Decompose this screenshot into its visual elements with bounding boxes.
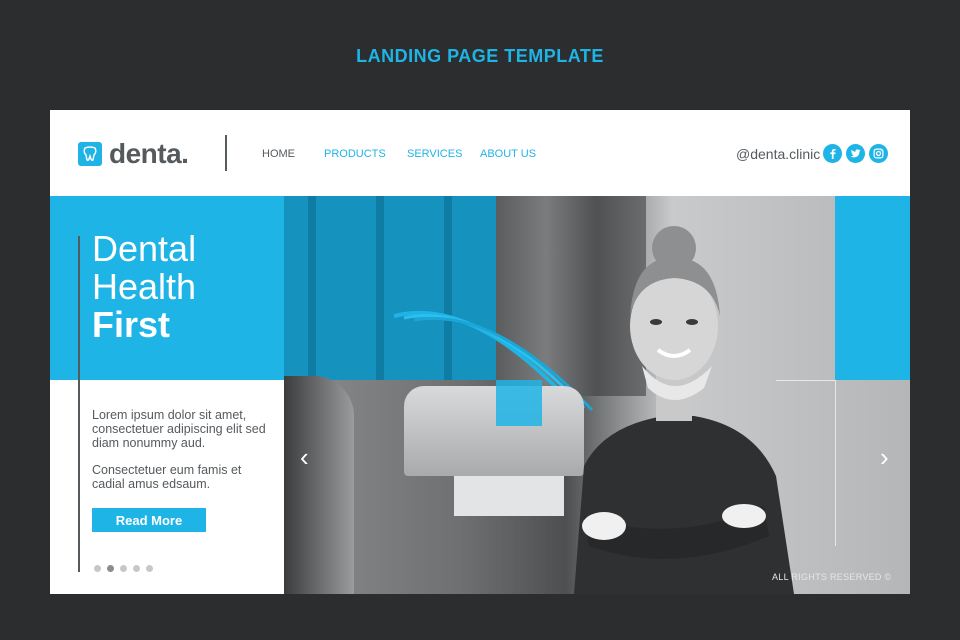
social-handle[interactable]: @denta.clinic (736, 146, 820, 162)
twitter-icon[interactable] (846, 144, 865, 163)
prev-slide-button[interactable]: ‹ (300, 442, 309, 473)
hero-title-line-2: Health (92, 266, 197, 307)
template-heading: LANDING PAGE TEMPLATE (356, 46, 604, 66)
slider-dot[interactable] (146, 565, 153, 572)
hero-paragraph-2: Consectetuer eum famis et cadial amus ed… (92, 463, 242, 491)
slider-dot[interactable] (133, 565, 140, 572)
instagram-icon[interactable] (869, 144, 888, 163)
nav-home[interactable]: HOME (262, 148, 295, 160)
nav-products[interactable]: PRODUCTS (324, 148, 386, 160)
nav-about-us[interactable]: ABOUT US (480, 148, 536, 160)
next-slide-button[interactable]: › (880, 442, 889, 473)
accent-block-right (835, 196, 910, 380)
hero-title-line-1: Dental (92, 228, 197, 269)
hero-photo: ‹ › ALL RIGHTS RESERVED © (284, 196, 910, 594)
accent-vertical-line (78, 236, 80, 572)
slider-dot[interactable] (120, 565, 127, 572)
hero-paragraph-1: Lorem ipsum dolor sit amet, consectetuer… (92, 408, 266, 450)
accent-square (496, 380, 542, 426)
slider-dots (94, 565, 153, 572)
header-divider (225, 135, 227, 171)
hero-title-line-3: First (92, 304, 171, 345)
facebook-icon[interactable] (823, 144, 842, 163)
landing-page-card: ‹ › ALL RIGHTS RESERVED © denta. HOME PR… (50, 110, 910, 594)
read-more-button[interactable]: Read More (92, 508, 206, 532)
brand-name: denta. (109, 138, 189, 169)
brand-logo[interactable]: denta. (78, 138, 189, 170)
nav-services[interactable]: SERVICES (407, 148, 462, 160)
slider-dot[interactable] (94, 565, 101, 572)
dentist-photo (574, 226, 794, 594)
tooth-icon (78, 142, 102, 166)
site-header: denta. HOME PRODUCTS SERVICES ABOUT US @… (50, 110, 910, 196)
hero-title: Dental Health First (92, 230, 196, 344)
dental-chair (284, 376, 354, 594)
rights-reserved-text: ALL RIGHTS RESERVED © (772, 572, 892, 582)
slider-dot-active[interactable] (107, 565, 114, 572)
